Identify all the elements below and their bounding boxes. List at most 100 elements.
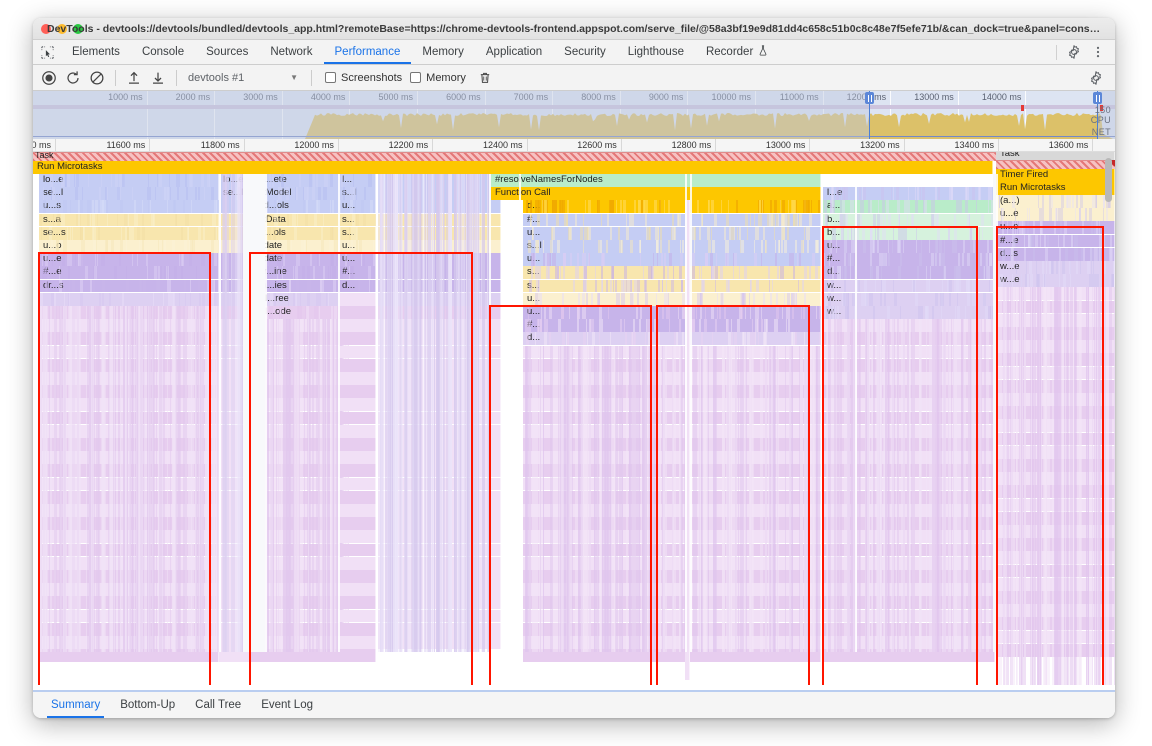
timeline-tick-line — [338, 139, 339, 151]
flame-group-task-strip[interactable] — [33, 152, 1115, 161]
flame-col-b2-d9[interactable] — [338, 293, 376, 306]
flame-texture — [523, 227, 821, 240]
overview-window-left-handle[interactable] — [865, 92, 874, 104]
more-vertical-icon[interactable] — [1087, 41, 1109, 63]
reload-record-icon[interactable] — [62, 67, 84, 89]
flame-col-b2-d36[interactable] — [338, 649, 376, 662]
flame-col-b2-d30[interactable] — [338, 570, 376, 583]
flame-col-b2-d27[interactable] — [338, 530, 376, 543]
tab-memory[interactable]: Memory — [411, 40, 475, 64]
window-titlebar: DevTools - devtools://devtools/bundled/d… — [33, 18, 1115, 40]
flame-texture — [523, 240, 821, 253]
flame-texture — [338, 187, 376, 200]
flame-col-b2-d18[interactable] — [338, 412, 376, 425]
flame-col-b2-d28[interactable] — [338, 544, 376, 557]
profile-selector[interactable]: devtools #1 ▼ — [184, 72, 304, 84]
flame-col-b2-d10[interactable] — [338, 306, 376, 319]
timeline-tick-line — [527, 139, 528, 151]
flame-texture — [523, 293, 821, 306]
tab-network[interactable]: Network — [259, 40, 323, 64]
flame-col-b2-d20[interactable] — [338, 438, 376, 451]
divider — [311, 70, 312, 86]
tab-sources[interactable]: Sources — [195, 40, 259, 64]
bottom-tab-event-log[interactable]: Event Log — [251, 692, 323, 718]
capture-settings-gear-icon[interactable] — [1085, 67, 1107, 89]
flame-col-b2-d26[interactable] — [338, 517, 376, 530]
flame-column-gutter — [519, 174, 521, 652]
tab-label: Application — [486, 46, 542, 58]
overview-net-label: NET — [1092, 127, 1111, 137]
flame-group-task-strip-right[interactable] — [996, 160, 1115, 169]
gear-icon[interactable] — [1063, 41, 1085, 63]
flame-col-b2-d22[interactable] — [338, 464, 376, 477]
tab-elements[interactable]: Elements — [61, 40, 131, 64]
flame-texture — [523, 332, 821, 345]
save-profile-download-icon[interactable] — [147, 67, 169, 89]
timeline-tick-line — [621, 139, 622, 151]
bottom-tab-call-tree[interactable]: Call Tree — [185, 692, 251, 718]
tab-application[interactable]: Application — [475, 40, 553, 64]
flame-bar-run-microtasks[interactable]: Run Microtasks — [33, 161, 993, 174]
flame-bar-timer-fired[interactable]: Timer Fired — [996, 169, 1115, 182]
flame-column-gap — [243, 174, 265, 652]
flame-bar-function-call[interactable]: Function Call — [491, 187, 821, 200]
flame-col-b2-d19[interactable] — [338, 425, 376, 438]
flame-col-b2-d11[interactable] — [338, 319, 376, 332]
window-title: DevTools - devtools://devtools/bundled/d… — [33, 23, 1115, 35]
flame-col-b2-d14[interactable] — [338, 359, 376, 372]
flame-bar-resolve-names[interactable]: #resolveNamesForNodes — [491, 174, 821, 187]
flame-col-b2-d35[interactable] — [338, 636, 376, 649]
flame-col-b2-d12[interactable] — [338, 332, 376, 345]
flame-col-b2-d33[interactable] — [338, 610, 376, 623]
timeline-tick-line — [715, 139, 716, 151]
bottom-tab-bottom-up[interactable]: Bottom-Up — [110, 692, 185, 718]
devtools-tabstrip: Elements Console Sources Network Perform… — [33, 40, 1115, 65]
flame-chart[interactable]: TaskTaskRun MicrotasksTimer FiredRun Mic… — [33, 152, 1115, 685]
flame-bar-run-microtasks-right[interactable]: Run Microtasks — [996, 182, 1115, 195]
flame-col-b2-d21[interactable] — [338, 451, 376, 464]
flame-col-b2-d15[interactable] — [338, 372, 376, 385]
flame-texture — [996, 287, 1115, 685]
flame-col-b2-d23[interactable] — [338, 478, 376, 491]
timeline-tick-line — [809, 139, 810, 151]
flame-column-gutter — [338, 174, 340, 652]
flame-group-label-task-right[interactable]: Task — [996, 152, 1115, 160]
divider — [115, 70, 116, 86]
overview-cpu-label: CPU — [1091, 115, 1111, 125]
timeline-overview[interactable]: 1000 ms2000 ms3000 ms4000 ms5000 ms6000 … — [33, 91, 1115, 139]
memory-checkbox[interactable]: Memory — [410, 72, 466, 84]
tab-recorder[interactable]: Recorder — [695, 40, 779, 64]
bottom-tab-label: Bottom-Up — [120, 699, 175, 711]
experiment-flask-icon — [758, 45, 768, 59]
clear-icon[interactable] — [86, 67, 108, 89]
record-circle-icon[interactable] — [38, 67, 60, 89]
flame-col-b2-d16[interactable] — [338, 385, 376, 398]
checkbox-box — [410, 72, 421, 83]
inspect-element-icon[interactable] — [33, 40, 61, 64]
screenshots-checkbox[interactable]: Screenshots — [325, 72, 402, 84]
flame-column-gutter — [489, 174, 491, 652]
tab-security[interactable]: Security — [553, 40, 617, 64]
tab-lighthouse[interactable]: Lighthouse — [617, 40, 695, 64]
flame-col-b2-d29[interactable] — [338, 557, 376, 570]
load-profile-upload-icon[interactable] — [123, 67, 145, 89]
overview-dim-left — [33, 91, 869, 139]
flame-col-b2-d25[interactable] — [338, 504, 376, 517]
flame-texture — [39, 200, 219, 213]
trash-icon[interactable] — [474, 67, 496, 89]
flame-col-b2-d31[interactable] — [338, 583, 376, 596]
flame-col-b2-d24[interactable] — [338, 491, 376, 504]
flame-col-b2-d17[interactable] — [338, 398, 376, 411]
tab-performance[interactable]: Performance — [324, 40, 412, 64]
tab-console[interactable]: Console — [131, 40, 195, 64]
flame-texture — [338, 240, 376, 253]
flame-col-b2-d13[interactable] — [338, 346, 376, 359]
flame-chart-scrollbar[interactable] — [1105, 158, 1112, 202]
timeline-tick: 13600 ms — [1049, 140, 1093, 150]
screenshot-root: DevTools - devtools://devtools/bundled/d… — [0, 0, 1152, 746]
tab-label: Elements — [72, 46, 120, 58]
flame-col-b2-d34[interactable] — [338, 623, 376, 636]
overview-window-right-handle[interactable] — [1093, 92, 1102, 104]
bottom-tab-summary[interactable]: Summary — [41, 692, 110, 718]
flame-col-b2-d32[interactable] — [338, 596, 376, 609]
